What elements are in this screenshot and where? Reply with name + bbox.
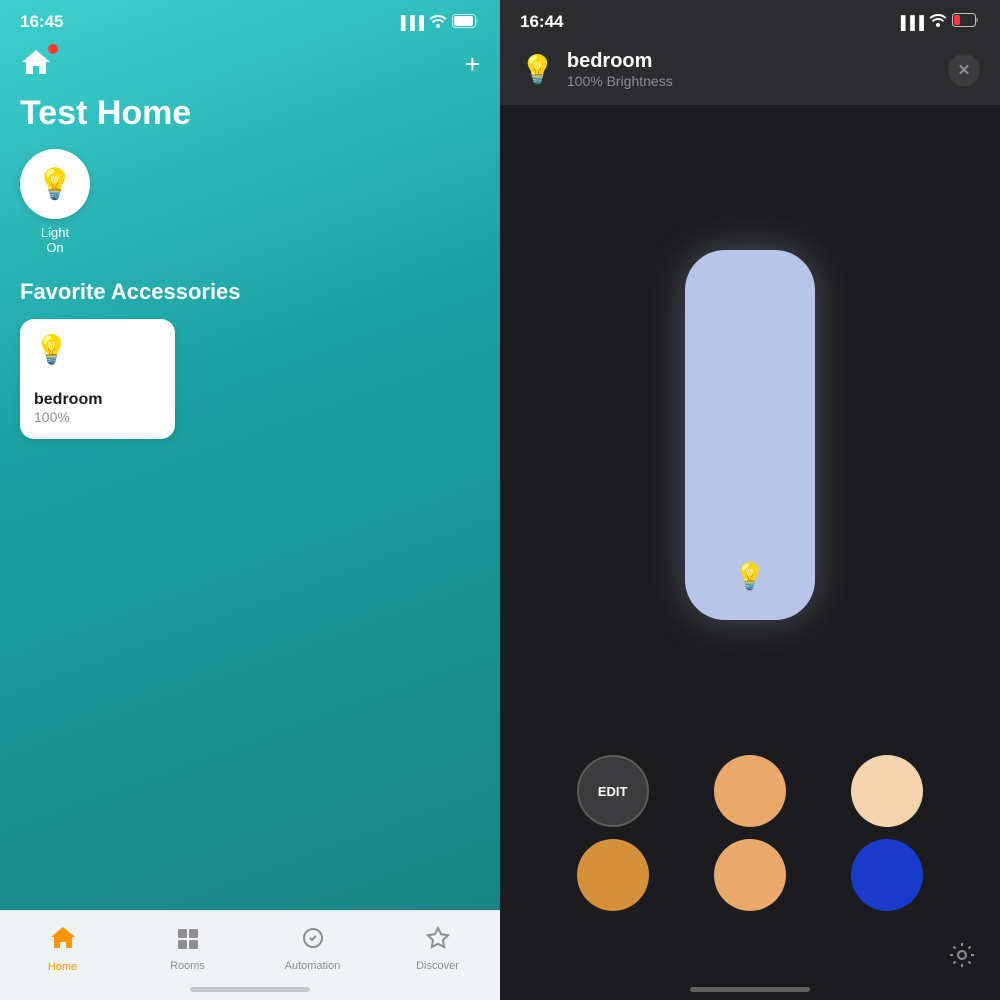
tab-discover-label: Discover	[416, 960, 459, 972]
home-indicator-right	[690, 987, 810, 992]
accessory-status: 100%	[34, 409, 161, 425]
accessory-bulb-icon: 💡	[34, 333, 161, 366]
color-grid: EDIT	[550, 755, 950, 911]
color-preset-warm2[interactable]	[851, 755, 923, 827]
scene-circle[interactable]: 💡	[20, 149, 90, 219]
left-panel: 16:45 ▐▐▐	[0, 0, 500, 1000]
scene-bulb-icon: 💡	[36, 167, 73, 202]
color-preset-blue[interactable]	[851, 839, 923, 911]
status-time-left: 16:45	[20, 12, 63, 32]
tab-bar: Home Rooms Automation	[0, 910, 500, 1000]
tab-rooms-label: Rooms	[170, 960, 205, 972]
signal-icon-right: ▐▐▐	[896, 15, 924, 30]
wifi-icon	[429, 14, 447, 31]
signal-icon: ▐▐▐	[396, 15, 424, 30]
color-preset-warm3[interactable]	[577, 839, 649, 911]
tab-home-label: Home	[48, 961, 77, 973]
color-presets: EDIT	[500, 755, 1000, 941]
accessory-name: bedroom	[34, 391, 161, 409]
detail-header: 💡 bedroom 100% Brightness ✕	[500, 38, 1000, 105]
color-preset-warm1[interactable]	[714, 755, 786, 827]
tab-home-icon	[50, 925, 76, 957]
status-icons-left: ▐▐▐	[396, 14, 480, 31]
status-bar-right: 16:44 ▐▐▐	[500, 0, 1000, 38]
tab-discover[interactable]: Discover	[375, 911, 500, 1000]
status-time-right: 16:44	[520, 12, 563, 32]
page-title: Test Home	[0, 90, 500, 149]
close-button[interactable]: ✕	[948, 54, 980, 86]
color-preset-warm4[interactable]	[714, 839, 786, 911]
status-bar-left: 16:45 ▐▐▐	[0, 0, 500, 38]
notification-dot	[48, 44, 58, 54]
tab-automation-label: Automation	[285, 960, 341, 972]
detail-header-left: 💡 bedroom 100% Brightness	[520, 50, 673, 89]
tab-home[interactable]: Home	[0, 911, 125, 1000]
nav-bar-left: +	[0, 38, 500, 90]
wifi-icon-right	[929, 13, 947, 32]
tab-rooms-icon	[176, 926, 200, 956]
home-nav-icon[interactable]	[20, 46, 56, 82]
brightness-slider[interactable]: 💡	[685, 250, 815, 620]
scene-row: 💡 LightOn	[0, 149, 500, 271]
scene-label: LightOn	[41, 225, 69, 255]
device-name: bedroom	[567, 50, 673, 73]
device-brightness: 100% Brightness	[567, 73, 673, 89]
tab-automation-icon	[301, 926, 325, 956]
scene-item[interactable]: 💡 LightOn	[20, 149, 90, 255]
device-bulb-icon: 💡	[520, 53, 555, 86]
status-icons-right: ▐▐▐	[896, 13, 980, 32]
home-indicator-left	[190, 987, 310, 992]
tab-discover-icon	[426, 926, 450, 956]
accessories-grid: 💡 bedroom 100%	[0, 319, 500, 439]
favorites-title: Favorite Accessories	[0, 271, 500, 319]
right-panel: 16:44 ▐▐▐ 💡 bedro	[500, 0, 1000, 1000]
add-button[interactable]: +	[465, 51, 480, 77]
battery-icon-left	[452, 14, 480, 31]
battery-icon-right	[952, 13, 980, 32]
accessory-card-bedroom[interactable]: 💡 bedroom 100%	[20, 319, 175, 439]
edit-button[interactable]: EDIT	[577, 755, 649, 827]
slider-bulb-icon: 💡	[734, 561, 766, 592]
gear-icon[interactable]	[948, 941, 976, 976]
brightness-area: 💡	[500, 105, 1000, 755]
